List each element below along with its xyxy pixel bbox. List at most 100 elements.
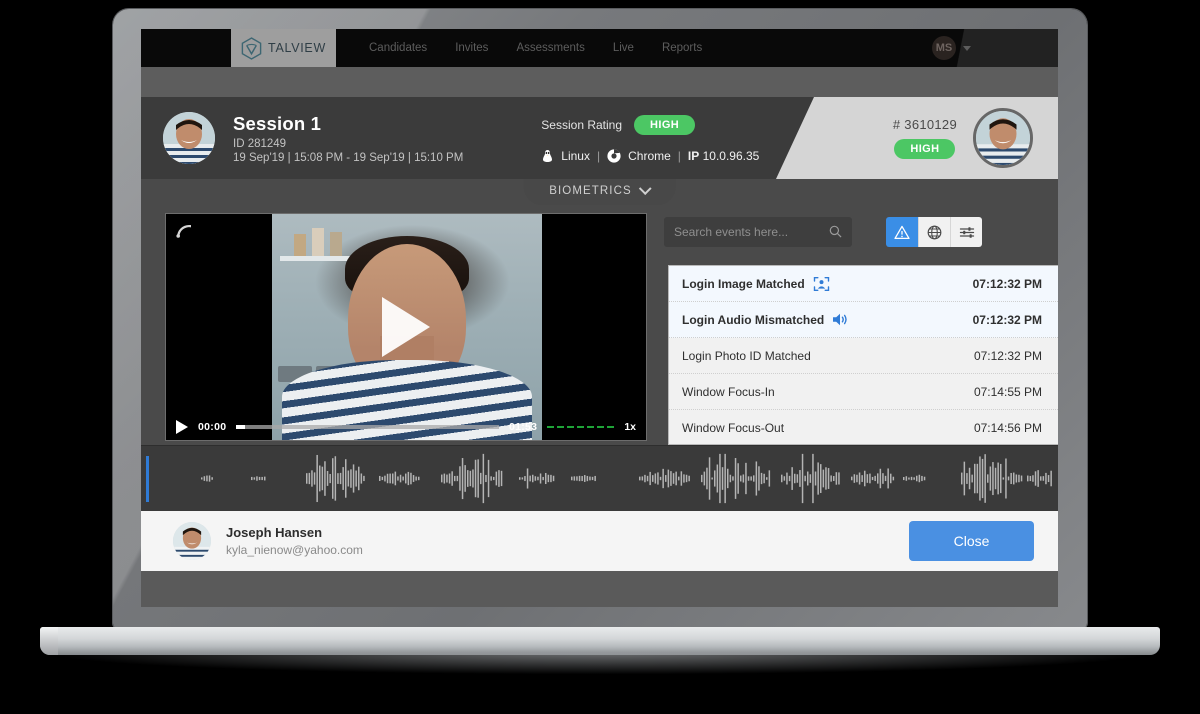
event-row[interactable]: Login Photo ID Matched 07:12:32 PM [669,338,1058,374]
speaker-icon [832,312,850,327]
warning-triangle-icon [894,225,910,240]
top-navigation-bar: TALVIEW Candidates Invites Assessments L… [141,29,1058,67]
volume-dash [607,426,614,428]
nav-link-assessments[interactable]: Assessments [516,42,584,54]
toggle-filter-button[interactable] [950,217,982,247]
wedge-info: # 3610129 HIGH [893,117,957,159]
video-seek-fill [236,425,244,429]
nav-link-invites[interactable]: Invites [455,42,488,54]
event-row[interactable]: Login Audio Mismatched 07:12:32 PM [669,302,1058,338]
event-label: Window Focus-Out [682,421,784,435]
session-ip: IP 10.0.96.35 [688,149,759,163]
audio-waveform-bar[interactable] [141,445,1058,511]
event-time: 07:12:32 PM [974,349,1042,363]
chevron-down-icon[interactable] [963,46,971,51]
video-bg-jar-2 [312,228,324,256]
session-candidate-avatar [163,112,215,164]
volume-dash [587,426,594,428]
footer-user-text: Joseph Hansen kyla_nienow@yahoo.com [226,525,363,557]
laptop-mockup: TALVIEW Candidates Invites Assessments L… [0,0,1200,714]
events-list[interactable]: Login Image Matched 07:12: [668,265,1058,445]
laptop-base [40,627,1160,655]
footer-user-name: Joseph Hansen [226,525,363,540]
close-button[interactable]: Close [909,521,1034,561]
events-toolbar [664,213,1058,251]
nav-underbar [141,67,1058,97]
event-time: 07:12:32 PM [973,313,1042,327]
biometrics-strip: BIOMETRICS [141,179,1058,207]
video-current-time: 00:00 [198,421,226,433]
volume-dash [577,426,584,428]
ip-value: 10.0.96.35 [703,149,760,163]
volume-dash [547,426,554,428]
brand-logo-tab[interactable]: TALVIEW [231,29,336,67]
search-events-input[interactable] [674,225,842,239]
globe-icon [927,225,942,240]
brand-name: TALVIEW [268,41,326,55]
session-id: ID 281249 [233,138,463,150]
event-row[interactable]: Window Focus-Out 07:14:56 PM [669,410,1058,445]
event-label: Login Image Matched [682,277,805,291]
event-time: 07:12:32 PM [973,277,1042,291]
ip-prefix: IP [688,149,699,163]
nav-right-group: MS [932,29,1058,67]
video-player[interactable]: 00:00 01:53 1x [165,213,647,441]
search-events-wrapper[interactable] [664,217,852,247]
session-header-wedge-content: # 3610129 HIGH [776,97,1058,179]
biometrics-label: BIOMETRICS [549,185,632,197]
event-time: 07:14:55 PM [974,385,1042,399]
video-seek-bar[interactable] [236,425,499,429]
app-screen: TALVIEW Candidates Invites Assessments L… [141,29,1058,607]
event-time: 07:14:56 PM [974,421,1042,435]
event-row[interactable]: Login Image Matched 07:12: [669,266,1058,302]
session-text-block: Session 1 ID 281249 19 Sep'19 | 15:08 PM… [233,113,463,164]
footer-user-email: kyla_nienow@yahoo.com [226,543,363,557]
event-row[interactable]: Window Focus-In 07:14:55 PM [669,374,1058,410]
session-browser-label: Chrome [628,149,671,163]
waveform-playhead[interactable] [146,456,149,502]
play-icon[interactable] [176,420,188,434]
session-environment-row: Linux | Chrome | IP 10.0.96.35 [541,149,759,163]
separator-2: | [678,149,681,163]
video-controls-bar: 00:00 01:53 1x [166,414,646,440]
session-rating-row: Session Rating HIGH [541,115,759,135]
nav-links: Candidates Invites Assessments Live Repo… [336,29,702,67]
events-view-toggle [886,217,982,247]
session-header: Session 1 ID 281249 19 Sep'19 | 15:08 PM… [141,97,1058,179]
cast-icon[interactable] [176,224,192,238]
filter-sliders-icon [959,225,975,240]
playback-speed-label[interactable]: 1x [624,421,636,433]
volume-dash [597,426,604,428]
session-number: # 3610129 [893,117,957,132]
event-label: Login Photo ID Matched [682,349,811,363]
user-initials-avatar[interactable]: MS [932,36,956,60]
volume-slider[interactable] [547,426,614,428]
nav-link-reports[interactable]: Reports [662,42,702,54]
volume-dash [557,426,564,428]
audio-waveform [141,446,1058,511]
video-bg-jar-1 [294,234,306,256]
nav-link-live[interactable]: Live [613,42,634,54]
session-rating-badge: HIGH [634,115,695,135]
video-bg-jar-3 [330,232,342,256]
video-play-overlay-button[interactable] [382,297,430,357]
volume-dash [567,426,574,428]
session-wedge-rating-badge: HIGH [894,139,955,159]
toggle-alerts-button[interactable] [886,217,918,247]
chrome-icon [607,149,621,163]
biometrics-tab[interactable]: BIOMETRICS [523,179,676,205]
chevron-down-icon [639,182,652,195]
talview-hexagon-logo-icon [241,37,262,60]
linux-penguin-icon [541,149,554,163]
toggle-web-button[interactable] [918,217,950,247]
session-title: Session 1 [233,113,463,135]
session-rating-label: Session Rating [541,118,622,132]
nav-link-candidates[interactable]: Candidates [369,42,427,54]
footer-candidate-avatar [173,522,211,560]
session-meta-block: Session Rating HIGH Linux | [541,113,759,163]
main-content-area: 00:00 01:53 1x [141,207,1058,445]
nav-left-spacer [141,29,231,67]
session-dates: 19 Sep'19 | 15:08 PM - 19 Sep'19 | 15:10… [233,152,463,164]
search-icon [829,225,842,238]
event-label: Login Audio Mismatched [682,313,824,327]
